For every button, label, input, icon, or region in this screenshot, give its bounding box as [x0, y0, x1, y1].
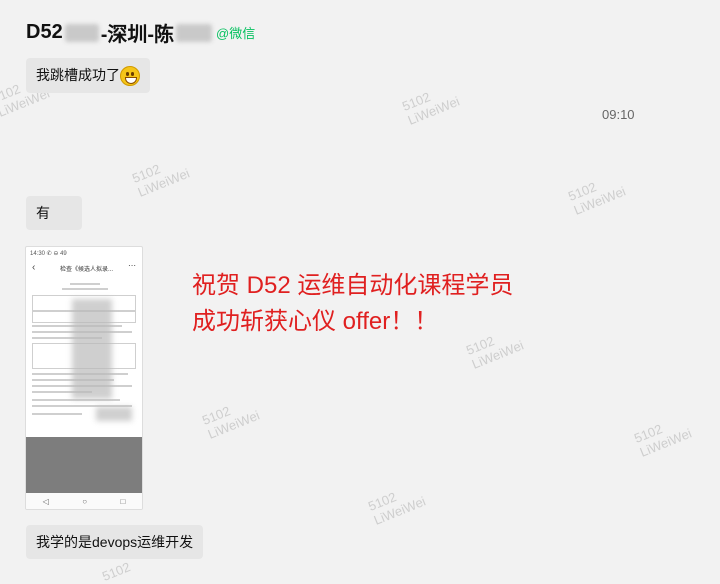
image-message[interactable]: 14:30 ✆ ⊖ 49 ‹ 检查《候选人拟录... ⋯ ◁ ○ □ [25, 246, 143, 510]
watermark: 5102 LiWeiWei [200, 403, 262, 442]
message-timestamp: 09:10 [602, 107, 635, 122]
chat-title-middle: -深圳-陈 [100, 24, 175, 46]
watermark: 5102 LiWeiWei [566, 179, 628, 218]
grinning-face-icon [120, 66, 140, 87]
congratulation-line-1: 祝贺 D52 运维自动化课程学员 [192, 272, 514, 299]
chat-title[interactable]: D52 -深圳-陈 @微信 [26, 18, 255, 47]
chat-title-prefix: D52 [26, 21, 63, 43]
redacted-name-part [64, 23, 99, 42]
watermark: 5102 LiWeiWei [130, 161, 192, 200]
message-bubble[interactable]: 有 [26, 196, 82, 230]
nav-back-icon: ◁ [42, 496, 49, 506]
phone-status-bar: 14:30 ✆ ⊖ 49 [30, 251, 67, 257]
nav-home-icon: ○ [82, 496, 88, 506]
redacted-name-part [176, 23, 213, 42]
message-bubble[interactable]: 我学的是devops运维开发 [26, 525, 204, 559]
watermark: 5102 LiWeiWei [632, 421, 694, 460]
message-text: 有 [36, 205, 50, 221]
message-bubble[interactable]: 我跳槽成功了 [26, 58, 150, 94]
watermark: 5102 [100, 559, 133, 584]
phone-doc-title: 检查《候选人拟录... [60, 267, 114, 273]
chat-header: D52 -深圳-陈 @微信 [0, 0, 720, 58]
message-text: 我学的是devops运维开发 [36, 534, 194, 550]
wechat-tag: @微信 [216, 26, 256, 41]
phone-nav-bar: ◁ ○ □ [26, 493, 142, 509]
nav-recent-icon: □ [120, 496, 126, 506]
document-preview [32, 279, 136, 429]
congratulation-text: 祝贺 D52 运维自动化课程学员 成功斩获心仪 offer！！ [192, 268, 513, 340]
image-gray-area [26, 437, 142, 493]
congratulation-line-2: 成功斩获心仪 offer！！ [192, 308, 439, 335]
watermark: 5102 LiWeiWei [366, 489, 428, 528]
message-text: 我跳槽成功了 [36, 67, 120, 83]
more-icon: ⋯ [128, 261, 136, 270]
back-arrow-icon: ‹ [32, 262, 36, 273]
watermark: 5102 LiWeiWei [400, 89, 462, 128]
